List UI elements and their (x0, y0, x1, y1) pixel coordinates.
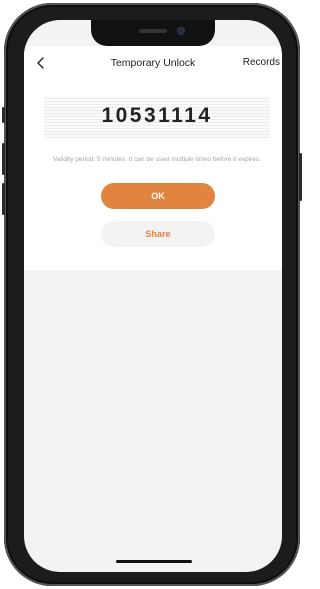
home-indicator (116, 560, 192, 563)
phone-screen: Temporary Unlock Records 10531114 Validi… (24, 20, 282, 572)
mute-switch (2, 107, 5, 123)
volume-down-button (2, 183, 5, 215)
volume-up-button (2, 143, 5, 175)
unlock-code: 10531114 (101, 104, 213, 127)
power-button (299, 153, 302, 201)
share-button[interactable]: Share (101, 221, 215, 247)
notch (91, 20, 215, 46)
records-link[interactable]: Records (243, 57, 280, 68)
validity-text: Validity period: 5 minutes. It can be us… (53, 156, 261, 163)
unlock-panel: 10531114 Validity period: 5 minutes. It … (24, 80, 282, 270)
front-camera (177, 27, 185, 35)
ok-button[interactable]: OK (101, 183, 215, 209)
code-display: 10531114 (44, 96, 270, 138)
speaker-grille (139, 29, 167, 33)
navigation-bar: Temporary Unlock Records (24, 46, 282, 80)
